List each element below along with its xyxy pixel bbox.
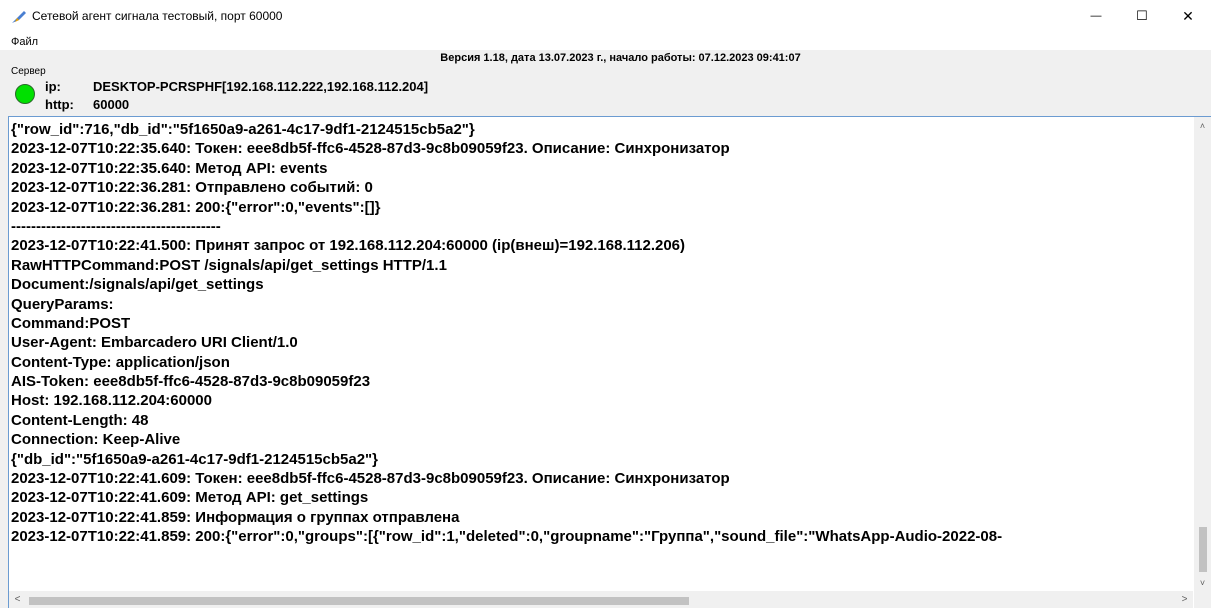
- ip-value: DESKTOP-PCRSPHF[192.168.112.222,192.168.…: [93, 79, 429, 94]
- log-line: 2023-12-07T10:22:41.609: Токен: eee8db5f…: [11, 470, 730, 488]
- log-line: 2023-12-07T10:22:35.640: Токен: eee8db5f…: [11, 140, 730, 158]
- log-line: 2023-12-07T10:22:41.859: 200:{"error":0,…: [11, 528, 1003, 546]
- log-line: Content-Length: 48: [11, 411, 149, 429]
- log-line: 2023-12-07T10:22:41.859: Информация о гр…: [11, 508, 460, 526]
- close-icon: ✕: [1182, 7, 1194, 24]
- log-line: Connection: Keep-Alive: [11, 431, 181, 449]
- close-button[interactable]: ✕: [1165, 0, 1211, 32]
- log-memo[interactable]: {"row_id":716,"db_id":"5f1650a9-a261-4c1…: [8, 116, 1211, 608]
- scroll-up-icon[interactable]: ˄: [1194, 117, 1211, 134]
- scroll-left-icon[interactable]: <: [9, 591, 26, 608]
- status-indicator-icon: [15, 84, 35, 104]
- log-content: {"row_id":716,"db_id":"5f1650a9-a261-4c1…: [11, 120, 1195, 592]
- scroll-right-icon[interactable]: >: [1176, 591, 1193, 608]
- maximize-button[interactable]: ☐: [1119, 0, 1165, 32]
- log-line: Host: 192.168.112.204:60000: [11, 392, 212, 410]
- scroll-down-icon[interactable]: ˅: [1194, 574, 1211, 591]
- menu-bar: Файл: [0, 32, 1211, 50]
- horizontal-scroll-thumb[interactable]: [29, 597, 689, 605]
- window-title: Сетевой агент сигнала тестовый, порт 600…: [32, 9, 283, 23]
- log-line: 2023-12-07T10:22:36.281: 200:{"error":0,…: [11, 198, 381, 216]
- log-line: AIS-Token: eee8db5f-ffc6-4528-87d3-9c8b0…: [11, 373, 371, 391]
- log-line: Command:POST: [11, 314, 131, 332]
- menu-file[interactable]: Файл: [11, 36, 38, 48]
- minimize-button[interactable]: —: [1073, 0, 1119, 32]
- log-line: 2023-12-07T10:22:36.281: Отправлено собы…: [11, 179, 373, 197]
- log-line: ----------------------------------------…: [11, 217, 221, 235]
- log-line: RawHTTPCommand:POST /signals/api/get_set…: [11, 256, 447, 274]
- ip-label: ip:: [45, 79, 61, 94]
- log-line: {"db_id":"5f1650a9-a261-4c17-9df1-212451…: [11, 450, 378, 468]
- log-line: 2023-12-07T10:22:35.640: Метод API: even…: [11, 159, 328, 177]
- log-line: 2023-12-07T10:22:41.500: Принят запрос о…: [11, 237, 686, 255]
- minimize-icon: —: [1090, 10, 1102, 22]
- maximize-icon: ☐: [1136, 8, 1148, 23]
- http-label: http:: [45, 97, 74, 112]
- title-bar[interactable]: Сетевой агент сигнала тестовый, порт 600…: [0, 0, 1211, 32]
- log-line: User-Agent: Embarcadero URI Client/1.0: [11, 334, 298, 352]
- horizontal-scrollbar[interactable]: < >: [9, 591, 1193, 608]
- log-line: {"row_id":716,"db_id":"5f1650a9-a261-4c1…: [11, 121, 475, 138]
- log-line: 2023-12-07T10:22:41.609: Метод API: get_…: [11, 489, 369, 507]
- size-grip-icon[interactable]: [1194, 591, 1211, 608]
- app-feather-icon: [12, 11, 26, 23]
- log-line: QueryParams:: [11, 295, 114, 313]
- server-caption: Сервер: [11, 66, 46, 77]
- log-line: Document:/signals/api/get_settings: [11, 276, 264, 294]
- log-line: Content-Type: application/json: [11, 353, 230, 371]
- vertical-scrollbar[interactable]: ˄ ˅: [1194, 117, 1211, 591]
- version-info: Версия 1.18, дата 13.07.2023 г., начало …: [440, 52, 801, 64]
- http-value: 60000: [93, 97, 130, 112]
- vertical-scroll-thumb[interactable]: [1199, 527, 1207, 572]
- server-group: Сервер ip: DESKTOP-PCRSPHF[192.168.112.2…: [5, 66, 1205, 114]
